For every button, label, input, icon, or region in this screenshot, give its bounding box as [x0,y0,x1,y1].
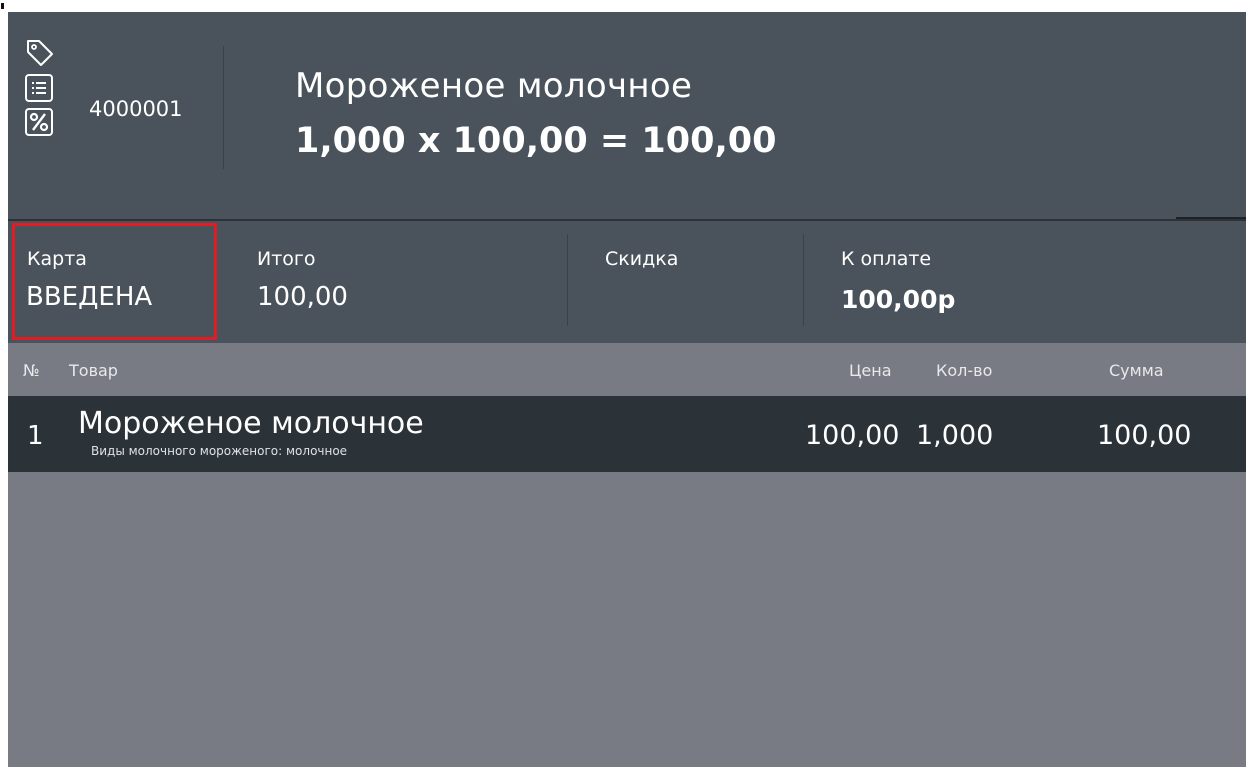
row-price: 100,00 [805,420,900,451]
header-divider-accent [1176,217,1246,219]
to-pay-label: К оплате [841,248,932,270]
table-header: № Товар Цена Кол-во Сумма [8,343,1246,396]
list-icon[interactable] [25,74,53,102]
total-value: 100,00 [257,282,348,312]
totals-divider [567,234,568,326]
total-label: Итого [257,248,316,270]
tag-icon[interactable] [25,38,55,68]
column-sum: Сумма [1109,361,1164,380]
to-pay-value: 100,00р [841,285,956,314]
column-number: № [23,361,40,380]
barcode-value: 4000001 [89,97,183,121]
row-sum: 100,00 [1097,420,1192,451]
totals-panel: Карта ВВЕДЕНА Итого 100,00 Скидка К опла… [8,221,1246,343]
header-divider [223,46,224,169]
window-corner-mark [1,3,4,9]
row-number: 1 [27,421,44,451]
column-item: Товар [69,361,118,380]
items-list-empty-area[interactable] [8,472,1246,767]
column-quantity: Кол-во [936,361,993,380]
percent-icon[interactable] [25,108,53,136]
current-product-formula: 1,000 x 100,00 = 100,00 [295,121,777,161]
header-icons [25,38,57,142]
column-price: Цена [849,361,892,380]
table-row[interactable]: 1 Мороженое молочное Виды молочного моро… [8,396,1246,472]
row-quantity: 1,000 [916,420,994,451]
product-header: 4000001 Мороженое молочное 1,000 x 100,0… [8,12,1246,219]
discount-label: Скидка [605,248,679,270]
pos-screen: 4000001 Мороженое молочное 1,000 x 100,0… [8,12,1246,767]
card-status: ВВЕДЕНА [26,282,153,312]
current-product-name: Мороженое молочное [295,66,693,106]
card-label: Карта [27,248,87,270]
row-item-subtitle: Виды молочного мороженого: молочное [91,444,348,458]
totals-divider [803,234,804,326]
row-item-name: Мороженое молочное [78,406,424,441]
